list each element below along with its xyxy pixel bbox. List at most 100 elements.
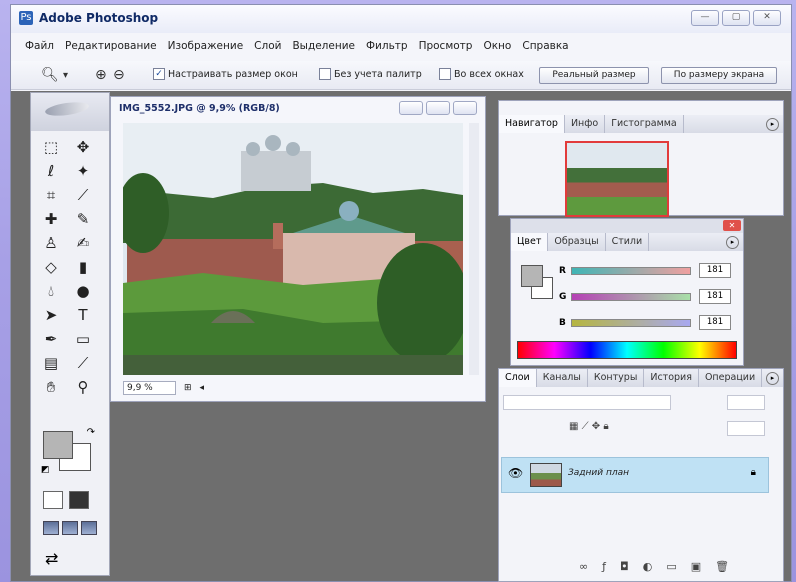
minimize-button[interactable]: — bbox=[691, 10, 719, 26]
resize-windows-option[interactable]: ✓ Настраивать размер окон bbox=[153, 68, 298, 80]
brush-tool-icon[interactable]: ✎ bbox=[71, 209, 95, 229]
blend-mode-select[interactable] bbox=[503, 395, 671, 410]
marquee-tool-icon[interactable]: ⬚ bbox=[39, 137, 63, 157]
tab-paths[interactable]: Контуры bbox=[588, 369, 645, 387]
tab-history[interactable]: История bbox=[644, 369, 699, 387]
tab-navigator[interactable]: Навигатор bbox=[499, 115, 565, 133]
full-screen-mode-icon[interactable] bbox=[81, 521, 97, 535]
document-close-button[interactable] bbox=[453, 101, 477, 115]
maximize-button[interactable]: ▢ bbox=[722, 10, 750, 26]
green-value-field[interactable]: 181 bbox=[699, 289, 731, 304]
zoom-tool-icon[interactable]: ⚲ bbox=[71, 377, 95, 397]
menu-filter[interactable]: Фильтр bbox=[366, 37, 408, 55]
layer-mask-icon[interactable]: ◘ bbox=[620, 560, 629, 573]
menu-select[interactable]: Выделение bbox=[292, 37, 355, 55]
tool-preset-dropdown-icon[interactable]: ▾ bbox=[63, 70, 68, 81]
color-panel-header[interactable]: ✕ bbox=[511, 219, 743, 233]
shape-tool-icon[interactable]: ▭ bbox=[71, 329, 95, 349]
gradient-tool-icon[interactable]: ▮ bbox=[71, 257, 95, 277]
ignore-palettes-checkbox[interactable] bbox=[319, 68, 331, 80]
pen-tool-icon[interactable]: ✒ bbox=[39, 329, 63, 349]
standard-screen-mode-icon[interactable] bbox=[43, 521, 59, 535]
eraser-tool-icon[interactable]: ◇ bbox=[39, 257, 63, 277]
blur-tool-icon[interactable]: 💧︎ bbox=[39, 281, 63, 301]
opacity-field[interactable] bbox=[727, 395, 765, 410]
ignore-palettes-option[interactable]: Без учета палитр bbox=[319, 68, 422, 80]
menu-file[interactable]: Файл bbox=[25, 37, 54, 55]
delete-layer-icon[interactable]: 🗑︎ bbox=[715, 560, 729, 573]
all-windows-option[interactable]: Во всех окнах bbox=[439, 68, 524, 80]
healing-brush-tool-icon[interactable]: ✚ bbox=[39, 209, 63, 229]
swap-colors-icon[interactable]: ↷ bbox=[87, 427, 95, 438]
menu-edit[interactable]: Редактирование bbox=[65, 37, 157, 55]
navigator-preview[interactable] bbox=[565, 141, 669, 217]
tab-channels[interactable]: Каналы bbox=[537, 369, 588, 387]
tab-actions[interactable]: Операции bbox=[699, 369, 763, 387]
tab-info[interactable]: Инфо bbox=[565, 115, 606, 133]
notes-tool-icon[interactable]: ▤ bbox=[39, 353, 63, 373]
green-slider[interactable] bbox=[571, 292, 691, 301]
color-spectrum-bar[interactable] bbox=[517, 341, 737, 359]
adjustment-layer-icon[interactable]: ◐ bbox=[643, 560, 653, 573]
menu-image[interactable]: Изображение bbox=[168, 37, 244, 55]
zoom-in-icon[interactable]: ⊕ bbox=[95, 67, 107, 83]
quick-mask-mode-icon[interactable] bbox=[69, 491, 89, 509]
all-windows-checkbox[interactable] bbox=[439, 68, 451, 80]
standard-mode-icon[interactable] bbox=[43, 491, 63, 509]
resize-windows-checkbox[interactable]: ✓ bbox=[153, 68, 165, 80]
zoom-tool-icon[interactable]: 🔍︎ bbox=[41, 67, 59, 83]
fit-screen-button[interactable]: По размеру экрана bbox=[661, 67, 777, 84]
foreground-color-swatch[interactable] bbox=[43, 431, 73, 459]
document-minimize-button[interactable] bbox=[399, 101, 423, 115]
new-layer-icon[interactable]: ▣ bbox=[691, 560, 701, 573]
tab-styles[interactable]: Стили bbox=[606, 233, 650, 251]
jump-to-imageready-icon[interactable]: ⇄ bbox=[45, 549, 58, 568]
color-foreground-swatch[interactable] bbox=[521, 265, 543, 287]
menu-layer[interactable]: Слой bbox=[254, 37, 281, 55]
menu-window[interactable]: Окно bbox=[483, 37, 511, 55]
color-panel-close-icon[interactable]: ✕ bbox=[723, 220, 741, 231]
tab-color[interactable]: Цвет bbox=[511, 233, 549, 251]
horizontal-scroll-left-icon[interactable]: ◂ bbox=[200, 383, 205, 393]
hand-tool-icon[interactable]: ✋︎ bbox=[39, 377, 63, 397]
layers-menu-icon[interactable]: ▸ bbox=[766, 372, 779, 385]
menu-help[interactable]: Справка bbox=[522, 37, 568, 55]
history-brush-tool-icon[interactable]: ✍ bbox=[71, 233, 95, 253]
new-group-icon[interactable]: ▭ bbox=[666, 560, 676, 573]
tab-swatches[interactable]: Образцы bbox=[548, 233, 606, 251]
actual-pixels-button[interactable]: Реальный размер bbox=[539, 67, 649, 84]
full-screen-menu-mode-icon[interactable] bbox=[62, 521, 78, 535]
default-colors-icon[interactable]: ◩ bbox=[41, 465, 50, 475]
magic-wand-tool-icon[interactable]: ✦ bbox=[71, 161, 95, 181]
document-maximize-button[interactable] bbox=[426, 101, 450, 115]
tab-layers[interactable]: Слои bbox=[499, 369, 537, 387]
move-tool-icon[interactable]: ✥ bbox=[71, 137, 95, 157]
red-value-field[interactable]: 181 bbox=[699, 263, 731, 278]
close-button[interactable]: ✕ bbox=[753, 10, 781, 26]
lasso-tool-icon[interactable]: ℓ bbox=[39, 161, 63, 181]
layer-style-icon[interactable]: ƒ bbox=[602, 560, 606, 573]
blue-value-field[interactable]: 181 bbox=[699, 315, 731, 330]
slice-tool-icon[interactable]: ⟋ bbox=[71, 185, 95, 205]
dodge-tool-icon[interactable]: ● bbox=[71, 281, 95, 301]
eyedropper-tool-icon[interactable]: ⟋ bbox=[71, 353, 95, 373]
tab-histogram[interactable]: Гистограмма bbox=[605, 115, 684, 133]
crop-tool-icon[interactable]: ⌗ bbox=[39, 185, 63, 205]
toolbox-header[interactable] bbox=[31, 93, 109, 131]
type-tool-icon[interactable]: T bbox=[71, 305, 95, 325]
document-vertical-scrollbar[interactable] bbox=[469, 123, 479, 375]
navigator-menu-icon[interactable]: ▸ bbox=[766, 118, 779, 131]
layer-row-background[interactable]: 👁︎ Задний план 🔒︎ bbox=[501, 457, 769, 493]
lock-icons[interactable]: ▦ ⟋ ✥ 🔒︎ bbox=[569, 421, 609, 432]
zoom-out-icon[interactable]: ⊖ bbox=[113, 67, 125, 83]
clone-stamp-tool-icon[interactable]: ♙ bbox=[39, 233, 63, 253]
status-info-icon[interactable]: ⊞ bbox=[184, 383, 192, 393]
color-menu-icon[interactable]: ▸ bbox=[726, 236, 739, 249]
link-layers-icon[interactable]: ∞ bbox=[579, 560, 588, 573]
red-slider[interactable] bbox=[571, 266, 691, 275]
image-canvas[interactable] bbox=[123, 123, 463, 375]
menu-view[interactable]: Просмотр bbox=[419, 37, 473, 55]
path-selection-tool-icon[interactable]: ➤ bbox=[39, 305, 63, 325]
blue-slider[interactable] bbox=[571, 318, 691, 327]
document-zoom-field[interactable]: 9,9 % bbox=[123, 381, 176, 395]
